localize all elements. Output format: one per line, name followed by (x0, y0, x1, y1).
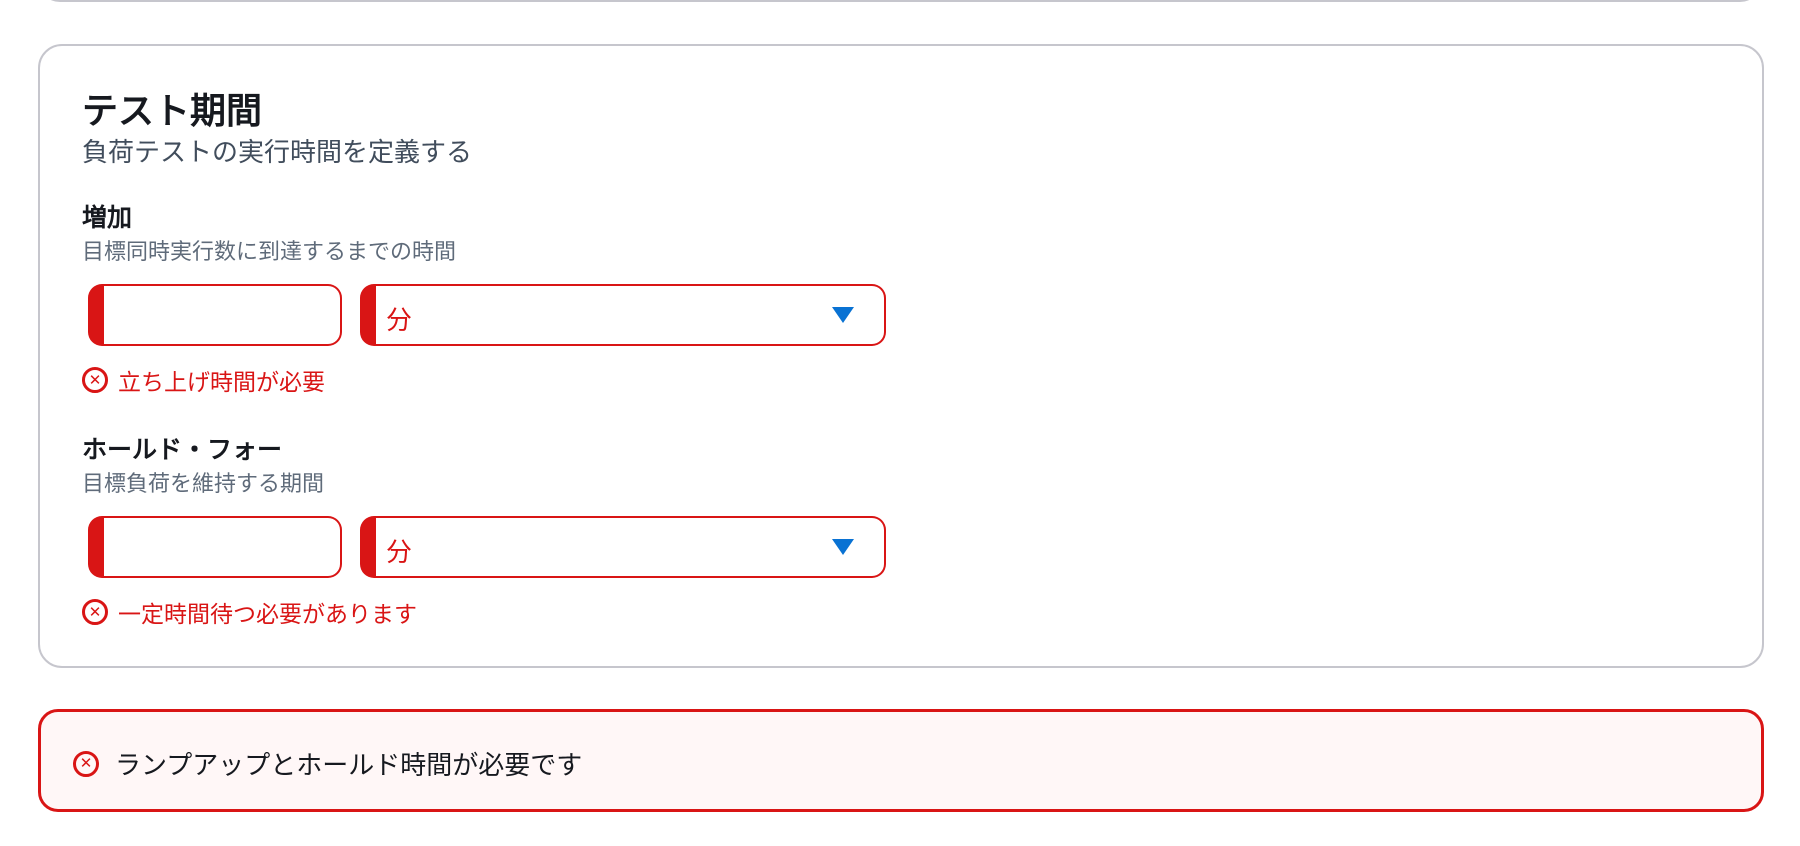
error-alert: ✕ ランプアップとホールド時間が必要です (38, 709, 1764, 812)
hold-for-description: 目標負荷を維持する期間 (82, 472, 325, 497)
hold-for-unit-select[interactable]: 分 (360, 516, 886, 578)
hold-for-error: ✕ 一定時間待つ必要があります (82, 596, 417, 628)
ramp-up-unit-select[interactable]: 分 (360, 284, 886, 346)
caret-down-icon (832, 307, 854, 323)
ramp-up-error: ✕ 立ち上げ時間が必要 (82, 364, 325, 396)
hold-for-error-text: 一定時間待つ必要があります (118, 602, 417, 628)
caret-down-icon (832, 539, 854, 555)
ramp-up-description: 目標同時実行数に到達するまでの時間 (82, 240, 457, 265)
ramp-up-duration-input[interactable] (88, 284, 342, 346)
alert-content: ✕ ランプアップとホールド時間が必要です (73, 745, 582, 782)
panel-description: 負荷テストの実行時間を定義する (82, 138, 473, 168)
panel-title: テスト期間 (82, 91, 263, 132)
ramp-up-error-text: 立ち上げ時間が必要 (118, 370, 325, 396)
error-x-circle-icon: ✕ (82, 599, 108, 625)
ramp-up-label: 増加 (82, 203, 133, 232)
ramp-up-unit-value: 分 (386, 306, 413, 336)
hold-for-duration-input[interactable] (88, 516, 342, 578)
hold-for-unit-value: 分 (386, 538, 413, 568)
previous-panel-edge (38, 0, 1762, 2)
hold-for-label: ホールド・フォー (82, 435, 283, 464)
error-x-circle-icon: ✕ (73, 750, 99, 777)
error-x-circle-icon: ✕ (82, 367, 108, 393)
test-duration-panel: テスト期間 負荷テストの実行時間を定義する 増加 目標同時実行数に到達するまでの… (38, 44, 1764, 668)
alert-message: ランプアップとホールド時間が必要です (115, 751, 583, 781)
